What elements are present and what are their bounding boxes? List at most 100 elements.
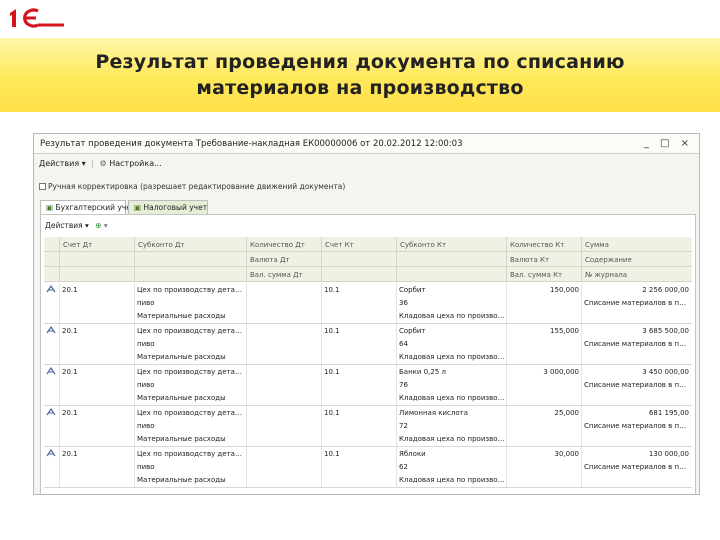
subconto-dt-cell[interactable]: пиво <box>137 296 245 309</box>
column-divider <box>59 447 60 487</box>
sum-cell[interactable]: 3 450 000,00 <box>581 365 689 378</box>
add-row-icon[interactable]: ⊕ <box>95 221 101 230</box>
qty-kt-cell[interactable]: 30,000 <box>506 447 580 460</box>
manual-correction-checkbox[interactable] <box>39 183 46 190</box>
col-header-currency-kt[interactable]: Валюта Кт <box>506 252 581 267</box>
sum-cell[interactable]: 130 000,00 <box>581 447 689 460</box>
kt-account-cell[interactable]: 10.1 <box>324 365 394 378</box>
qty-kt-cell[interactable]: 25,000 <box>506 406 580 419</box>
col-header-subconto-kt[interactable]: Субконто Кт <box>396 237 506 252</box>
subconto-kt-cell[interactable]: Сорбит <box>399 283 505 296</box>
kt-account-cell[interactable]: 10.1 <box>324 406 394 419</box>
col-header-empty <box>134 252 246 267</box>
subconto-dt-cell[interactable]: пиво <box>137 337 245 350</box>
tab-accounting[interactable]: ▣ Бухгалтерский учет <box>40 200 135 214</box>
column-divider <box>396 406 397 446</box>
toolbar-more-icon[interactable]: ▾ <box>104 221 108 230</box>
subconto-kt-cell[interactable]: Яблоки <box>399 447 505 460</box>
posting-icon <box>46 408 56 416</box>
subconto-dt-cell[interactable]: Цех по производству деталей... <box>137 365 245 378</box>
subconto-kt-cell[interactable]: Банки 0,25 л <box>399 365 505 378</box>
settings-button[interactable]: Настройка... <box>109 159 162 168</box>
subconto-kt-cell[interactable]: 64 <box>399 337 505 350</box>
subconto-dt-cell[interactable]: пиво <box>137 460 245 473</box>
column-divider <box>246 324 247 364</box>
table-row[interactable]: 20.1 Цех по производству деталей... пиво Ма… <box>44 283 692 324</box>
qty-kt-cell[interactable]: 3 000,000 <box>506 365 579 378</box>
subconto-kt-cell[interactable]: Сорбит <box>399 324 505 337</box>
subconto-dt-cell[interactable]: Материальные расходы <box>137 309 245 322</box>
col-header-journal-no[interactable]: № журнала <box>581 267 692 282</box>
subconto-kt-cell[interactable]: 76 <box>399 378 505 391</box>
column-divider <box>59 283 60 323</box>
subconto-kt-cell[interactable]: 72 <box>399 419 505 432</box>
accounting-tab-icon: ▣ <box>46 203 54 212</box>
col-header-subconto-dt[interactable]: Субконто Дт <box>134 237 246 252</box>
qty-kt-cell[interactable]: 155,000 <box>506 324 579 337</box>
tab-tax[interactable]: ▣ Налоговый учет <box>128 200 208 214</box>
subconto-dt-cell[interactable]: пиво <box>137 419 245 432</box>
subconto-kt-cell[interactable]: Кладовая цеха по производс... <box>399 432 505 445</box>
table-row[interactable]: 20.1 Цех по производству деталей... пиво Ма… <box>44 447 692 488</box>
qty-kt-cell[interactable]: 150,000 <box>506 283 579 296</box>
manual-correction-option[interactable]: Ручная корректировка (разрешает редактир… <box>39 182 345 191</box>
content-cell[interactable]: Списание материалов в про... <box>584 460 690 473</box>
table-row[interactable]: 20.1 Цех по производству деталей... пиво Ма… <box>44 324 692 365</box>
1c-logo <box>10 8 64 28</box>
dt-account-cell[interactable]: 20.1 <box>62 365 132 378</box>
actions-menu-button[interactable]: Действия ▾ <box>39 159 86 168</box>
subconto-kt-cell[interactable]: 62 <box>399 460 505 473</box>
content-cell[interactable]: Списание материалов в про... <box>584 337 690 350</box>
subconto-kt-cell[interactable]: Лимонная кислота <box>399 406 505 419</box>
dt-account-cell[interactable]: 20.1 <box>62 283 132 296</box>
column-divider <box>134 324 135 364</box>
table-row[interactable]: 20.1 Цех по производству деталей... пиво Ма… <box>44 365 692 406</box>
subconto-dt-cell[interactable]: Материальные расходы <box>137 350 245 363</box>
col-header-dt-account[interactable]: Счет Дт <box>59 237 134 252</box>
col-header-empty <box>396 267 506 282</box>
col-header-kt-account[interactable]: Счет Кт <box>321 237 396 252</box>
subconto-dt-cell[interactable]: Цех по производству деталей... <box>137 447 245 460</box>
column-divider <box>396 365 397 405</box>
subconto-dt-cell[interactable]: Цех по производству деталей... <box>137 324 245 337</box>
col-header-qty-dt[interactable]: Количество Дт <box>246 237 321 252</box>
subconto-dt-cell[interactable]: Цех по производству деталей... <box>137 283 245 296</box>
sum-cell[interactable]: 681 195,00 <box>581 406 689 419</box>
subconto-kt-cell[interactable]: Кладовая цеха по производс... <box>399 391 505 404</box>
subconto-kt-cell[interactable]: Кладовая цеха по производс... <box>399 309 505 322</box>
col-header-cur-sum-kt[interactable]: Вал. сумма Кт <box>506 267 581 282</box>
subconto-kt-cell[interactable]: 36 <box>399 296 505 309</box>
dt-account-cell[interactable]: 20.1 <box>62 324 132 337</box>
sum-cell[interactable]: 3 685 500,00 <box>581 324 689 337</box>
posting-icon <box>46 326 56 334</box>
table-row[interactable]: 20.1 Цех по производству деталей... пиво Ма… <box>44 406 692 447</box>
kt-account-cell[interactable]: 10.1 <box>324 447 394 460</box>
subconto-kt-cell[interactable]: Кладовая цеха по производс... <box>399 350 505 363</box>
subconto-dt-cell[interactable]: Материальные расходы <box>137 473 245 486</box>
column-divider <box>134 447 135 487</box>
table-actions-button[interactable]: Действия ▾ <box>45 221 89 230</box>
content-cell[interactable]: Списание материалов в про... <box>584 419 690 432</box>
col-header-qty-kt[interactable]: Количество Кт <box>506 237 581 252</box>
subconto-dt-cell[interactable]: Материальные расходы <box>137 391 245 404</box>
col-header-empty <box>59 267 134 282</box>
kt-account-cell[interactable]: 10.1 <box>324 324 394 337</box>
col-header-empty <box>59 252 134 267</box>
subconto-kt-cell[interactable]: Кладовая цеха по производс... <box>399 473 505 486</box>
col-header-sum[interactable]: Сумма <box>581 237 692 252</box>
subconto-dt-cell[interactable]: Цех по производству деталей... <box>137 406 245 419</box>
dt-account-cell[interactable]: 20.1 <box>62 406 132 419</box>
kt-account-cell[interactable]: 10.1 <box>324 283 394 296</box>
col-header-cur-sum-dt[interactable]: Вал. сумма Дт <box>246 267 321 282</box>
window-control-buttons[interactable]: _ □ × <box>644 138 693 149</box>
subconto-dt-cell[interactable]: Материальные расходы <box>137 432 245 445</box>
sum-cell[interactable]: 2 256 000,00 <box>581 283 689 296</box>
column-divider <box>246 447 247 487</box>
slide-title-line1: Результат проведения документа по списан… <box>95 51 625 73</box>
col-header-content[interactable]: Содержание <box>581 252 692 267</box>
dt-account-cell[interactable]: 20.1 <box>62 447 132 460</box>
content-cell[interactable]: Списание материалов в про... <box>584 378 690 391</box>
content-cell[interactable]: Списание материалов в про... <box>584 296 690 309</box>
subconto-dt-cell[interactable]: пиво <box>137 378 245 391</box>
col-header-currency-dt[interactable]: Валюта Дт <box>246 252 321 267</box>
